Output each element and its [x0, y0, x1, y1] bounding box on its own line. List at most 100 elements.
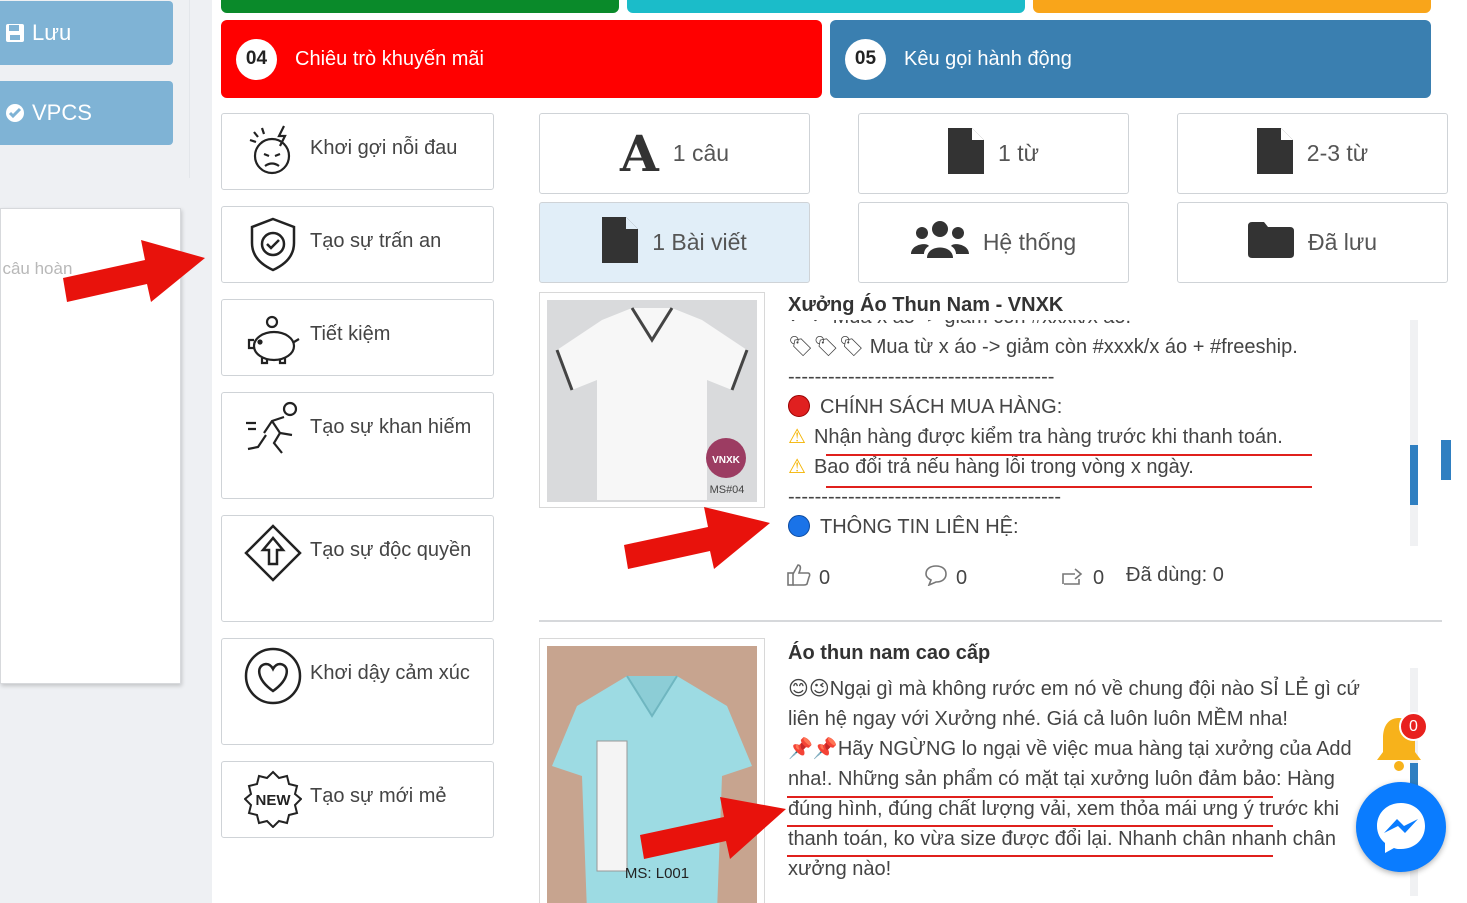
notification-badge: 0 [1399, 712, 1428, 741]
share-button[interactable]: 0 [1061, 564, 1104, 592]
document-icon [948, 127, 985, 180]
post-image[interactable]: VNXK MS#04 [539, 292, 765, 508]
category-khoi-goi-noi-dau[interactable]: Khơi gợi nỗi đau [221, 113, 494, 190]
step-label: Chiêu trò khuyến mãi [295, 47, 484, 70]
post-line: thanh toán, ko vừa size được đổi lại. Nh… [788, 828, 1337, 850]
blue-circle-icon [788, 515, 810, 537]
like-count: 0 [819, 566, 831, 589]
share-icon [1061, 564, 1085, 592]
vpcs-label: VPCS [32, 100, 92, 125]
step-tab-04[interactable]: 04 Chiêu trò khuyến mãi [221, 20, 822, 98]
comment-button[interactable]: 0 [924, 564, 967, 592]
post-line: Hãy NGỪNG lo ngại về việc mua hàng tại x… [837, 738, 1352, 760]
annotation-arrow [624, 507, 770, 569]
post-line: THÔNG TIN LIÊN HỆ: [820, 516, 1019, 538]
filter-2-3-tu[interactable]: 2-3 từ [1177, 113, 1448, 194]
heart-icon [244, 647, 302, 705]
post-divider [539, 620, 1442, 622]
scrollbar-thumb[interactable] [1410, 445, 1418, 505]
highlight-underline [787, 796, 1273, 798]
annotation-arrow [63, 240, 205, 302]
folder-icon [1247, 221, 1294, 264]
category-tao-su-moi-me[interactable]: NEW Tạo sự mới mẻ [221, 761, 494, 838]
users-icon [910, 220, 969, 266]
messenger-icon [1377, 803, 1425, 853]
step-label: Kêu gọi hành động [904, 47, 1072, 70]
post-line: Nhận hàng được kiểm tra hàng trước khi t… [813, 426, 1283, 448]
category-tiet-kiem[interactable]: Tiết kiệm [221, 299, 494, 376]
step-tab-3[interactable] [1033, 0, 1431, 13]
post-line: đúng hình, đúng chất lượng vải, xem thỏa… [788, 798, 1340, 820]
category-tao-su-tran-an[interactable]: Tạo sự trấn an [221, 206, 494, 283]
highlight-underline [787, 825, 1273, 827]
filter-label: 1 câu [672, 140, 730, 166]
filter-1-tu[interactable]: 1 từ [858, 113, 1129, 194]
post-content: 😊😉Ngại gì mà không rước em nó về chung đ… [788, 674, 1408, 901]
document-icon [602, 216, 639, 269]
share-count: 0 [1093, 566, 1105, 589]
filter-he-thong[interactable]: Hệ thống [858, 202, 1129, 283]
save-button[interactable]: Lưu [0, 1, 173, 65]
svg-text:VNXK: VNXK [712, 455, 741, 466]
filter-label: Hệ thống [982, 229, 1077, 255]
speech-bubble-icon [924, 564, 948, 592]
new-badge-icon: NEW [243, 770, 303, 829]
comment-count: 0 [956, 566, 968, 589]
pushpin-icon: 📌📌 [788, 738, 838, 760]
category-tao-su-doc-quyen[interactable]: Tạo sự độc quyền [221, 515, 494, 622]
filter-label: 1 từ [998, 140, 1039, 166]
filter-1-cau[interactable]: A 1 câu [539, 113, 810, 194]
messenger-button[interactable] [1356, 782, 1446, 872]
post-scrollbar[interactable] [1410, 320, 1418, 546]
category-tao-su-khan-hiem[interactable]: Tạo sự khan hiếm [221, 392, 494, 499]
highlight-underline [787, 855, 1273, 857]
post-line: xưởng nào! [788, 858, 892, 880]
step-tab-1[interactable] [221, 0, 619, 13]
smile-icon: 😊😉 [788, 678, 830, 700]
post-line: Mua từ x áo -> giảm còn #xxxk/x áo + #fr… [869, 336, 1298, 358]
post-line: nha!. Những sản phẩm có mặt tại xưởng lu… [788, 768, 1335, 790]
letter-a-icon: A [619, 124, 659, 183]
filter-da-luu[interactable]: Đã lưu [1177, 202, 1448, 283]
highlight-underline [826, 486, 1312, 488]
filter-1-bai-viet[interactable]: 1 Bài viết [539, 202, 810, 283]
diamond-icon: ✓ ✓ [788, 320, 833, 328]
document-icon [1256, 127, 1293, 180]
piggy-bank-icon [244, 308, 302, 366]
image-code: MS: L001 [625, 865, 689, 882]
warning-icon: ⚠ [788, 456, 806, 478]
red-circle-icon [788, 395, 810, 417]
post-line: ---------------------------------------- [788, 366, 1055, 388]
step-tab-05[interactable]: 05 Kêu gọi hành động [830, 20, 1431, 98]
step-tab-2[interactable] [627, 0, 1025, 13]
step-number: 05 [845, 38, 886, 80]
shield-check-icon [244, 215, 302, 273]
filter-label: Đã lưu [1307, 229, 1378, 255]
post-line: liên hệ ngay với Xưởng nhé. Giá cả luôn … [788, 708, 1288, 730]
exclusive-arrow-icon [244, 524, 302, 582]
save-label: Lưu [32, 20, 72, 45]
running-person-icon [244, 401, 302, 459]
post-line: Bao đổi trả nếu hàng lỗi trong vòng x ng… [813, 456, 1194, 478]
filter-label: 2-3 từ [1306, 140, 1369, 166]
post-line: Mua x áo -> giảm còn #xxxk/x áo. [833, 320, 1131, 328]
like-button[interactable]: 0 [787, 564, 830, 592]
category-khoi-day-cam-xuc[interactable]: Khơi dậy cảm xúc [221, 638, 494, 745]
used-label: Đã dùng: 0 [1126, 564, 1224, 586]
step-number: 04 [236, 38, 277, 80]
vpcs-button[interactable]: VPCS [0, 81, 173, 145]
page-scrollbar-thumb[interactable] [1441, 440, 1451, 480]
post-line: CHÍNH SÁCH MUA HÀNG: [820, 396, 1063, 418]
post-title: Xưởng Áo Thun Nam - VNXK [788, 294, 1064, 316]
post-line: Ngại gì mà không rước em nó về chung đội… [829, 678, 1360, 700]
used-count: Đã dùng: 0 [1126, 564, 1224, 587]
post-content: ✓ ✓ Mua x áo -> giảm còn #xxxk/x áo. 🏷🏷🏷… [788, 320, 1408, 572]
stressed-face-icon [244, 122, 302, 180]
check-circle-icon [4, 102, 26, 124]
thumbs-up-icon [787, 564, 811, 592]
post-title: Áo thun nam cao cấp [788, 642, 991, 664]
image-code: MS#04 [710, 484, 745, 496]
tag-icon: 🏷🏷🏷 [788, 336, 870, 358]
svg-text:NEW: NEW [256, 792, 292, 809]
annotation-arrow [640, 797, 786, 859]
